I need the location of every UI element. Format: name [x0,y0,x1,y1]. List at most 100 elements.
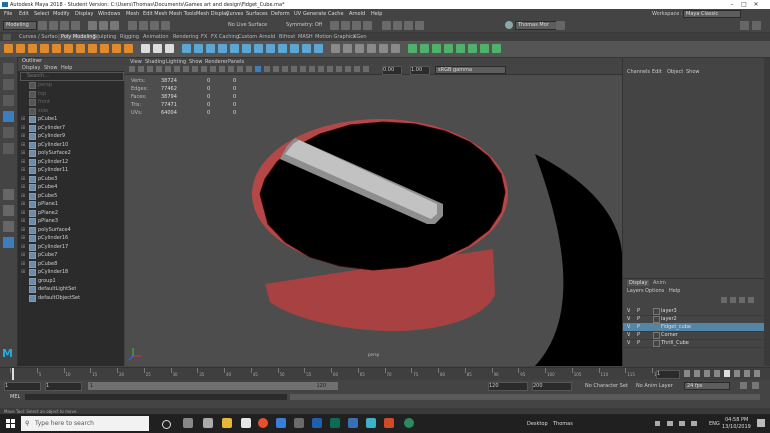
layer-tab-anim[interactable]: Anim [653,280,666,286]
multisample-aa-icon[interactable] [318,66,324,72]
volume-icon[interactable] [679,421,685,426]
options-menu[interactable]: Options [645,288,664,294]
separate-icon[interactable] [194,44,203,53]
maximize-button[interactable]: □ [738,1,750,8]
workspace-select[interactable]: Maya Classic [683,10,741,18]
layer-color-swatch[interactable] [653,316,660,323]
outliner-item[interactable]: ⊞ pCylinder16 [18,234,124,242]
expand-icon[interactable]: ⊞ [21,133,25,139]
side-tabs[interactable] [764,58,770,366]
image-plane-icon[interactable] [156,66,162,72]
type-icon[interactable] [165,44,174,53]
expand-icon[interactable]: ⊞ [21,150,25,156]
layer-tab-display[interactable]: Display [627,280,650,286]
xray-components-icon[interactable] [363,66,369,72]
go-to-end-icon[interactable] [754,370,760,377]
outliner-item[interactable]: ⊞ pPlane3 [18,217,124,225]
layout-icon[interactable] [3,221,14,232]
new-layer-icon[interactable] [739,297,745,303]
insert-edge-icon[interactable] [355,44,364,53]
channels-menu[interactable]: Channels [627,69,650,75]
redo-icon[interactable] [71,21,80,30]
new-layer-selected-icon[interactable] [748,297,754,303]
grease-pencil-icon[interactable] [174,66,180,72]
network-icon[interactable] [667,421,673,426]
outliner-menu-help[interactable]: Help [61,65,72,71]
camera-attributes-icon[interactable] [138,66,144,72]
offset-edge-icon[interactable] [367,44,376,53]
merge-icon[interactable] [290,44,299,53]
layer-row[interactable]: V P Thrill_Cube [623,339,765,348]
outliner-item[interactable]: defaultObjectSet [18,294,124,302]
snap-grid-icon[interactable] [128,21,137,30]
shelf-tab-rendering[interactable]: Rendering [170,34,202,40]
paint-select-icon[interactable] [3,95,14,106]
safe-title-icon[interactable] [237,66,243,72]
layer-playback-toggle[interactable]: P [637,332,640,338]
symmetry-icon[interactable] [492,44,501,53]
platonic-icon[interactable] [88,44,97,53]
outliner-item[interactable]: ⊞ pCylinder9 [18,132,124,140]
outliner-item[interactable]: ⊞ pCube5 [18,192,124,200]
shelf-tab-rigging[interactable]: Rigging [117,34,142,40]
layer-playback-toggle[interactable]: P [637,316,640,322]
expand-icon[interactable]: ⊞ [21,184,25,190]
gate-mask-icon[interactable] [210,66,216,72]
anim-end-field[interactable]: 200 [532,382,572,391]
select-hierarchy-icon[interactable] [88,21,97,30]
layer-playback-toggle[interactable]: P [637,340,640,346]
outliner-item[interactable]: ⊞ pCube1 [18,115,124,123]
layer-color-swatch[interactable] [653,308,660,315]
auto-key-icon[interactable] [740,382,747,389]
live-surface-field[interactable]: No Live Surface [228,22,267,28]
desktop-toolbar-label[interactable]: Desktop [527,421,548,427]
outliner-item[interactable]: ⊞ pCube4 [18,183,124,191]
rotate-tool-icon[interactable] [3,127,14,138]
poly-cube-icon[interactable] [16,44,25,53]
outliner-item[interactable]: ⊞ pCylinder11 [18,166,124,174]
outliner-menu-display[interactable]: Display [22,65,40,71]
toggle-sidebar-icon[interactable] [740,21,749,30]
expand-icon[interactable]: ⊞ [21,159,25,165]
outliner-item[interactable]: top [18,90,124,98]
preferences-icon[interactable] [752,382,759,389]
maya-taskbar-icon[interactable] [366,418,376,428]
poly-cylinder-icon[interactable] [28,44,37,53]
photos-icon[interactable] [312,418,322,428]
layers-menu[interactable]: Layers [627,288,644,294]
mode-select[interactable]: Modeling [3,21,37,30]
step-back-frame-icon[interactable] [704,370,710,377]
isolate-select-icon[interactable] [336,66,342,72]
powerpoint-icon[interactable] [384,418,394,428]
current-time-marker[interactable] [12,368,14,380]
outliner-item[interactable]: ⊞ polySurface2 [18,149,124,157]
wireframe-on-shaded-icon[interactable] [264,66,270,72]
xray-joints-icon[interactable] [354,66,360,72]
planar-map-icon[interactable] [420,44,429,53]
2d-pan-zoom-icon[interactable] [165,66,171,72]
bookmarks-icon[interactable] [147,66,153,72]
use-all-lights-icon[interactable] [282,66,288,72]
super-shape-icon[interactable] [100,44,109,53]
playback-end-field[interactable]: 120 [488,382,528,391]
menu-surfaces[interactable]: Surfaces [246,11,268,17]
viewport-panel[interactable]: View Shading Lighting Show Renderer Panels 0.… [125,58,622,366]
layer-color-swatch[interactable] [653,340,660,347]
outliner-item[interactable]: ⊞ pCylinder12 [18,158,124,166]
boolean-icon[interactable] [218,44,227,53]
poly-cone-icon[interactable] [40,44,49,53]
safe-action-icon[interactable] [228,66,234,72]
outliner-item[interactable]: ⊞ pCube8 [18,260,124,268]
lasso-tool-icon[interactable] [3,79,14,90]
unfold-icon[interactable] [468,44,477,53]
mel-command-input[interactable] [25,394,287,400]
shadows-icon[interactable] [291,66,297,72]
battery-icon[interactable] [691,421,697,426]
step-forward-key-icon[interactable] [744,370,750,377]
app-icon-3[interactable] [404,418,414,428]
move-layer-up-icon[interactable] [721,297,727,303]
poly-torus-icon[interactable] [52,44,61,53]
single-view-icon[interactable] [3,189,14,200]
anim-start-field[interactable]: 1 [4,382,41,391]
layer-playback-toggle[interactable]: P [637,324,640,330]
